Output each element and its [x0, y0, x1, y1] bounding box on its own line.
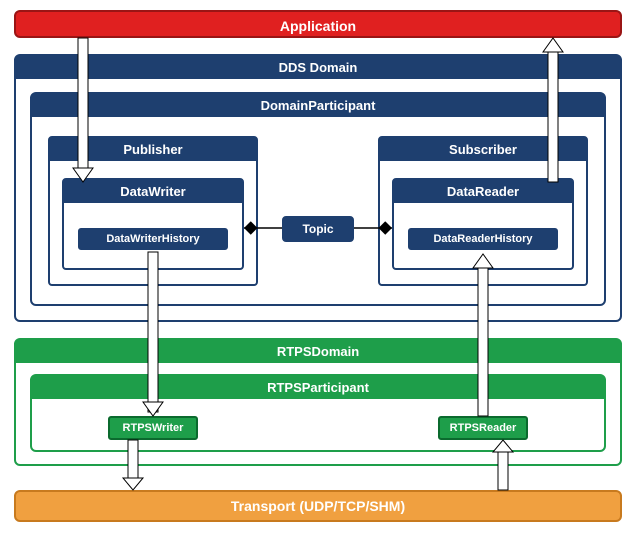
datareader-box: DataReader: [392, 178, 574, 270]
application-box: Application: [14, 10, 622, 38]
transport-box: Transport (UDP/TCP/SHM): [14, 490, 622, 522]
datareader-history: DataReaderHistory: [408, 228, 558, 250]
rtps-writer: RTPSWriter: [108, 416, 198, 440]
rtps-domain-header: RTPSDomain: [16, 340, 620, 363]
rtps-reader: RTPSReader: [438, 416, 528, 440]
rtps-participant-box: RTPSParticipant: [30, 374, 606, 452]
rtps-participant-header: RTPSParticipant: [32, 376, 604, 399]
datareader-header: DataReader: [394, 180, 572, 203]
subscriber-header: Subscriber: [380, 138, 586, 161]
datawriter-box: DataWriter: [62, 178, 244, 270]
dds-domain-header: DDS Domain: [16, 56, 620, 79]
domain-participant-header: DomainParticipant: [32, 94, 604, 117]
datawriter-history: DataWriterHistory: [78, 228, 228, 250]
publisher-header: Publisher: [50, 138, 256, 161]
datawriter-header: DataWriter: [64, 180, 242, 203]
topic-box: Topic: [282, 216, 354, 242]
